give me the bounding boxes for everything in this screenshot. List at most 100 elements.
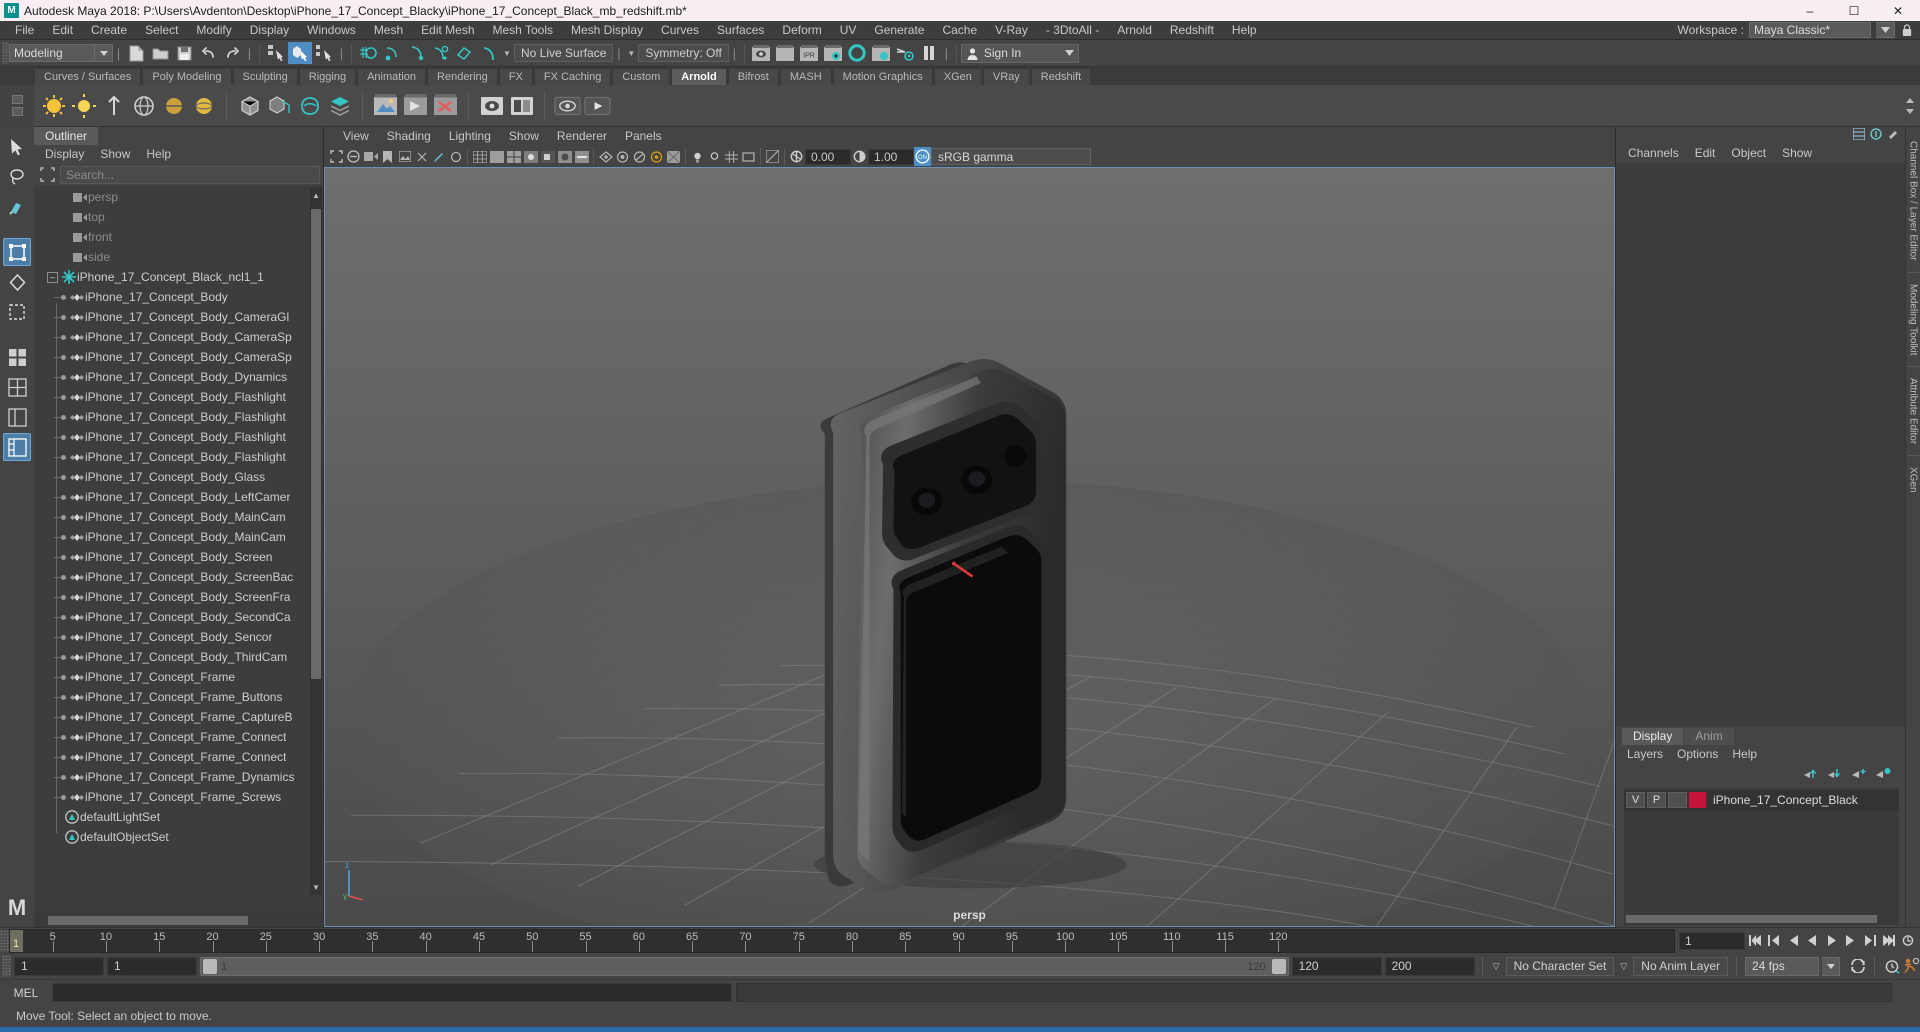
gamma-value-field[interactable]: 1.00	[868, 148, 914, 165]
lock-camera-icon[interactable]	[345, 147, 362, 166]
step-forward-key-icon[interactable]	[1861, 932, 1878, 950]
shelf-tab-xgen[interactable]: XGen	[933, 68, 982, 85]
hypergraph-layout-icon[interactable]	[3, 433, 31, 461]
outliner-item[interactable]: iPhone_17_Concept_Body_ThirdCam	[34, 647, 323, 667]
character-set-field[interactable]: No Character Set	[1505, 956, 1615, 976]
layer-color-swatch[interactable]	[1689, 792, 1706, 808]
live-surface-field[interactable]: No Live Surface	[514, 44, 614, 62]
exposure-toggle-icon[interactable]	[447, 147, 464, 166]
command-input[interactable]	[52, 983, 732, 1002]
fps-field[interactable]: 24 fps	[1745, 956, 1819, 976]
render-settings-icon[interactable]	[821, 42, 845, 64]
xray-icon[interactable]	[614, 147, 631, 166]
play-forwards-icon[interactable]	[1823, 932, 1840, 950]
outliner-item[interactable]: iPhone_17_Concept_Body_MainCam	[34, 507, 323, 527]
lasso-tool-icon[interactable]	[3, 163, 31, 191]
outliner-vertical-scrollbar[interactable]	[310, 187, 322, 895]
menuset-chevron-down-icon[interactable]	[95, 44, 113, 62]
image-plane-icon[interactable]	[396, 147, 413, 166]
camera-attributes-icon[interactable]	[362, 147, 379, 166]
shelf-tab-arnold[interactable]: Arnold	[671, 68, 727, 85]
step-back-key-icon[interactable]	[1766, 932, 1783, 950]
range-end-handle[interactable]	[1271, 958, 1286, 974]
viewport-menu-show[interactable]: Show	[500, 127, 548, 146]
snap-to-grid-icon[interactable]	[356, 42, 380, 64]
poly-viewport-layout-icon[interactable]	[3, 343, 31, 371]
go-to-start-icon[interactable]	[1747, 932, 1764, 950]
gamma-icon[interactable]	[851, 147, 868, 166]
menu-edit[interactable]: Edit	[43, 21, 82, 40]
move-tool-icon[interactable]	[3, 238, 31, 266]
side-tab-channel-box[interactable]: Channel Box / Layer Editor	[1908, 135, 1919, 267]
snap-to-curve-icon[interactable]	[380, 42, 404, 64]
bookmark-icon[interactable]	[379, 147, 396, 166]
xray-active-components-icon[interactable]	[648, 147, 665, 166]
grease-pencil-icon[interactable]	[430, 147, 447, 166]
new-scene-icon[interactable]	[124, 42, 148, 64]
arnold-aov-icon[interactable]	[508, 92, 535, 119]
smooth-shade-all-icon[interactable]	[488, 147, 505, 166]
outliner-item[interactable]: iPhone_17_Concept_Body_ScreenBac	[34, 567, 323, 587]
auto-keyframe-icon[interactable]	[1883, 957, 1900, 975]
paint-select-tool-icon[interactable]	[3, 193, 31, 221]
fps-chevron-down-icon[interactable]	[1822, 956, 1840, 976]
shelf-tab-bifrost[interactable]: Bifrost	[727, 68, 779, 85]
outliner-item-front[interactable]: front	[34, 227, 323, 247]
render-view-icon[interactable]	[869, 42, 893, 64]
texture-display-icon[interactable]	[665, 147, 682, 166]
shelf-tab-poly-modeling[interactable]: Poly Modeling	[142, 68, 232, 85]
menu-arnold[interactable]: Arnold	[1108, 21, 1161, 40]
attribute-editor-icon[interactable]	[1870, 127, 1882, 143]
exposure-gamma-icon[interactable]	[764, 147, 781, 166]
outliner-group-row[interactable]: – iPhone_17_Concept_Black_ncl1_1	[34, 267, 323, 287]
add-selected-to-layer-icon[interactable]	[1876, 767, 1891, 783]
scroll-down-icon[interactable]: ▼	[310, 881, 322, 893]
shelf-tab-fx[interactable]: FX	[498, 68, 533, 85]
outliner-item[interactable]: iPhone_17_Concept_Body_LeftCamer	[34, 487, 323, 507]
current-frame-field[interactable]: 1	[1679, 931, 1745, 950]
exposure-value-field[interactable]: 0.00	[805, 148, 851, 165]
select-camera-icon[interactable]	[328, 147, 345, 166]
outliner-tab[interactable]: Outliner	[34, 127, 99, 145]
menu-edit-mesh[interactable]: Edit Mesh	[412, 21, 483, 40]
outliner-item[interactable]: iPhone_17_Concept_Frame_Dynamics	[34, 767, 323, 787]
move-layer-up-icon[interactable]	[1804, 767, 1819, 783]
arnold-photometric-light-icon[interactable]	[190, 92, 217, 119]
move-layer-down-icon[interactable]	[1828, 767, 1843, 783]
arnold-mesh-light-icon[interactable]	[160, 92, 187, 119]
viewport-3d-canvas[interactable]: z y persp	[324, 167, 1615, 927]
shadows-icon[interactable]	[539, 147, 556, 166]
shelf-tab-mash[interactable]: MASH	[779, 68, 832, 85]
menu-select[interactable]: Select	[136, 21, 187, 40]
isolate-select-icon[interactable]	[597, 147, 614, 166]
xray-joints-icon[interactable]	[631, 147, 648, 166]
selection-frame-icon[interactable]	[37, 166, 57, 184]
channelbox-menu-channels[interactable]: Channels	[1620, 143, 1687, 163]
range-slider-bar[interactable]: 1 120	[200, 956, 1289, 976]
viewport-menu-view[interactable]: View	[334, 127, 378, 146]
outliner-persp-layout-icon[interactable]	[3, 403, 31, 431]
layer-shading-toggle[interactable]	[1668, 792, 1687, 808]
menu-curves[interactable]: Curves	[652, 21, 708, 40]
sign-in-button[interactable]: Sign In	[960, 43, 1079, 63]
viewport-menu-shading[interactable]: Shading	[378, 127, 440, 146]
shelf-tab-vray[interactable]: VRay	[982, 68, 1030, 85]
symmetry-chevron-down-icon[interactable]: ▼	[624, 44, 638, 62]
two-d-pan-zoom-icon[interactable]	[413, 147, 430, 166]
film-gate-icon[interactable]	[740, 147, 757, 166]
light-editor-icon[interactable]	[893, 42, 917, 64]
channel-box-icon[interactable]	[1852, 126, 1866, 143]
add-new-layer-icon[interactable]	[1852, 767, 1867, 783]
go-to-end-icon[interactable]	[1880, 932, 1897, 950]
arnold-directional-light-icon[interactable]	[100, 92, 127, 119]
channelbox-menu-show[interactable]: Show	[1774, 143, 1820, 163]
arnold-play-icon[interactable]	[584, 92, 611, 119]
render-current-frame-icon[interactable]	[749, 42, 773, 64]
workspace-value[interactable]: Maya Classic*	[1749, 22, 1871, 38]
tool-settings-icon[interactable]	[1887, 128, 1899, 143]
shelf-tab-redshift[interactable]: Redshift	[1030, 68, 1092, 85]
layer-row[interactable]: V P iPhone_17_Concept_Black	[1624, 790, 1899, 810]
loop-playback-icon[interactable]	[1849, 957, 1866, 975]
maximize-button[interactable]: ☐	[1832, 0, 1876, 21]
menu-display[interactable]: Display	[241, 21, 298, 40]
